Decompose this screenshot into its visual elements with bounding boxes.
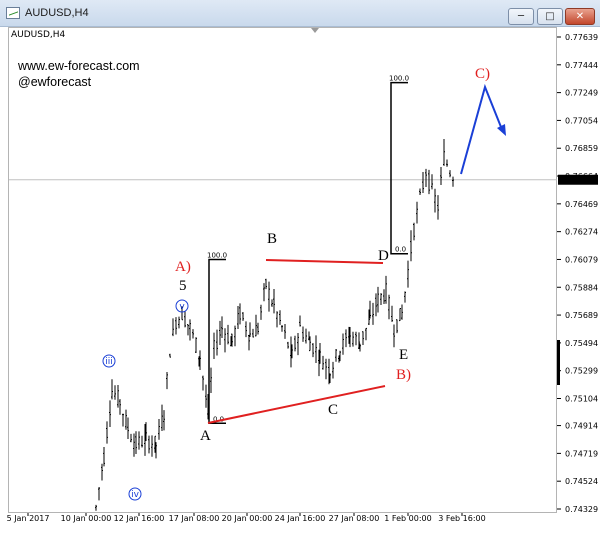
wave-a-label: A [200, 428, 211, 444]
price-tick-label: 0.75104 [565, 394, 598, 403]
wave-c-label: C [328, 402, 338, 418]
wave-b-label: B [267, 231, 277, 247]
fib-level-label: 100.0 [207, 251, 227, 259]
price-tick-label: 0.76859 [565, 144, 598, 153]
date-tick-label: 1 Feb 00:00 [384, 514, 431, 523]
price-tick-label: 0.75884 [565, 283, 598, 292]
price-tick-label: 0.77249 [565, 89, 598, 98]
price-tick-label: 0.77054 [565, 116, 598, 125]
price-tick-label: 0.76079 [565, 255, 598, 264]
fib-level-label: 0.0 [395, 246, 406, 254]
price-tick-label: 0.76469 [565, 200, 598, 209]
price-tick-label: 0.75494 [565, 339, 598, 348]
wave-a-paren-label: A) [175, 259, 191, 275]
price-tick-label: 0.77444 [565, 61, 598, 70]
price-tick-label: 0.77639 [565, 33, 598, 42]
candles [95, 138, 454, 511]
date-tick-label: 3 Feb 16:00 [438, 514, 485, 523]
wave-c-paren-label: C) [475, 66, 490, 82]
price-tick-label: 0.74719 [565, 449, 598, 458]
price-tick-label: 0.74914 [565, 422, 598, 431]
date-tick-label: 5 Jan 2017 [7, 514, 50, 523]
date-tick-label: 12 Jan 16:00 [114, 514, 165, 523]
scroll-indicator[interactable] [557, 340, 560, 385]
fib-level-label: 100.0 [389, 75, 409, 83]
date-tick-label: 10 Jan 00:00 [61, 514, 112, 523]
current-price-label: 0.76638 [563, 176, 596, 185]
price-tick-label: 0.75299 [565, 367, 598, 376]
date-tick-label: 20 Jan 00:00 [222, 514, 273, 523]
date-tick-label: 24 Jan 16:00 [275, 514, 326, 523]
wave-circle-label: v [179, 302, 185, 312]
chart-window: AUDUSD,H4 ─ □ ✕ AUDUSD,H4 www.ew-forecas… [0, 0, 600, 534]
upper-trendline [265, 259, 384, 264]
price-tick-label: 0.76274 [565, 228, 598, 237]
wave-circle-label: iv [131, 490, 140, 500]
arrow-icon [497, 124, 506, 136]
wave-e-label: E [399, 347, 408, 363]
projection-line [460, 83, 504, 175]
date-tick-label: 17 Jan 08:00 [169, 514, 220, 523]
price-chart[interactable]: 0.77639 0.77444 0.77249 0.77054 0.76859 0.766… [0, 0, 600, 534]
wave-circle-label: iii [105, 357, 113, 367]
wave-5-label: 5 [179, 278, 187, 294]
lower-trendline [207, 385, 386, 424]
price-tick-label: 0.74524 [565, 477, 598, 486]
price-tick-label: 0.74329 [565, 505, 598, 514]
date-tick-label: 27 Jan 08:00 [329, 514, 380, 523]
price-tick-label: 0.75689 [565, 311, 598, 320]
wave-d-label: D [378, 248, 389, 264]
fib-bracket-2 [390, 81, 408, 255]
wave-b-paren-label: B) [396, 367, 411, 383]
